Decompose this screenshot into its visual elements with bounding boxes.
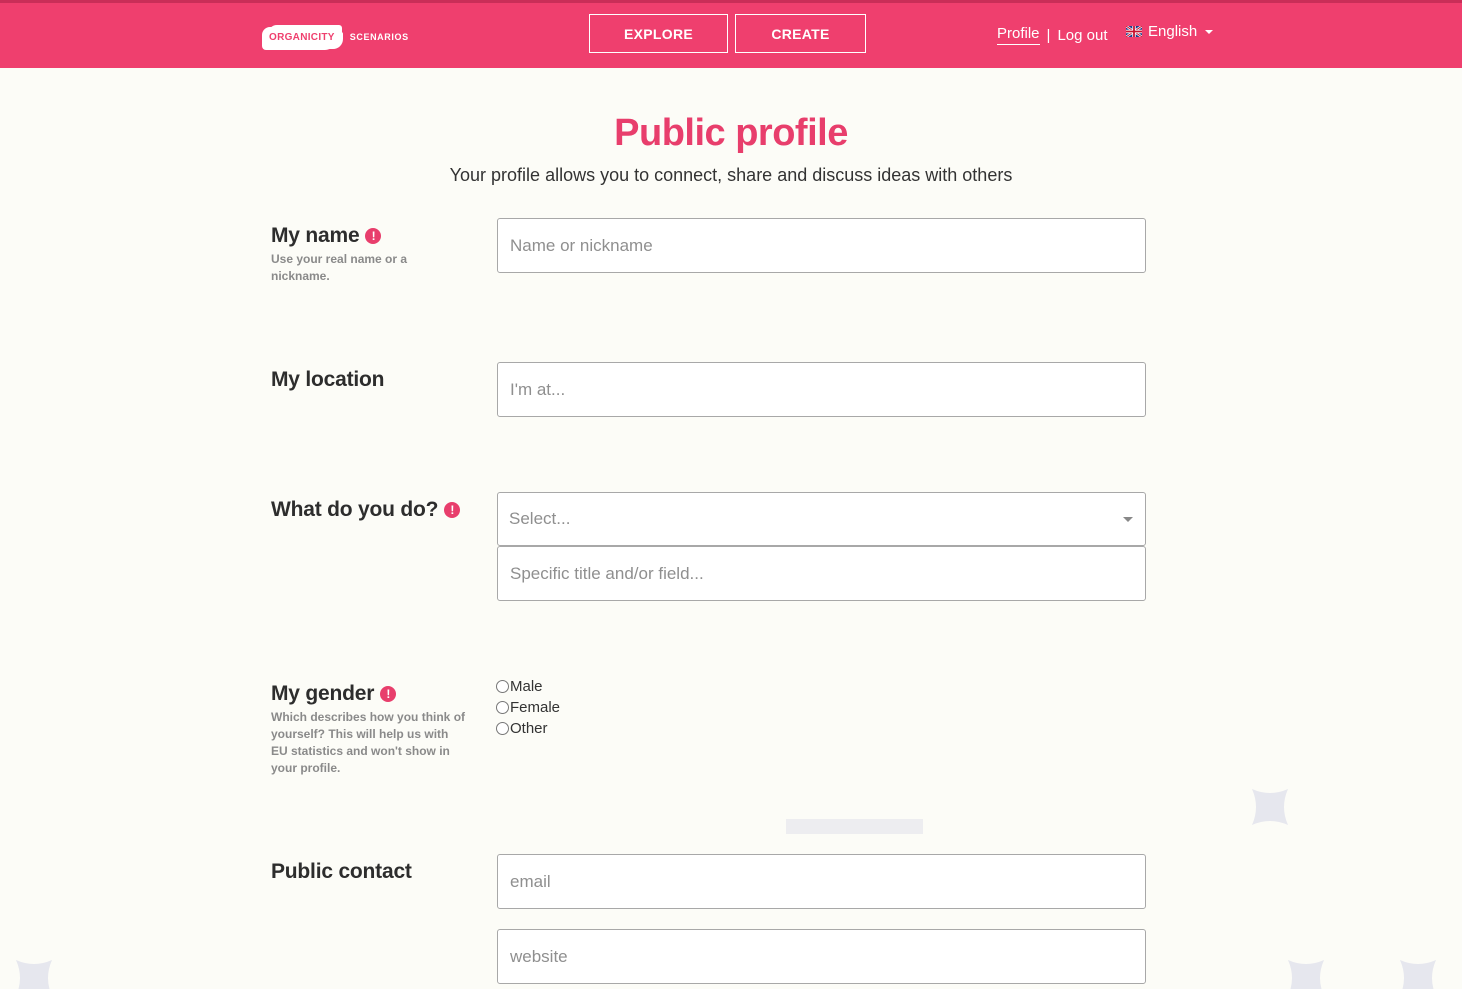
website-input[interactable] (497, 929, 1146, 984)
gender-option-male[interactable]: Male (496, 676, 560, 697)
location-input[interactable] (497, 362, 1146, 417)
radio-label: Female (510, 699, 561, 716)
required-alert-icon: ! (444, 502, 461, 518)
nav-separator: | (1046, 26, 1051, 44)
logo-subtitle: SCENARIOS (349, 32, 409, 42)
profile-link[interactable]: Profile (997, 25, 1040, 45)
occupation-label: What do you do? ! (271, 498, 461, 522)
create-button[interactable]: CREATE (735, 14, 866, 53)
language-label: English (1148, 23, 1198, 40)
required-alert-icon: ! (380, 686, 397, 702)
decorative-star-icon (1400, 960, 1436, 989)
radio-label: Male (510, 678, 543, 695)
radio-label: Other (510, 720, 548, 737)
gender-option-other[interactable]: Other (496, 718, 560, 739)
gender-radio-group: Male Female Other (496, 676, 560, 739)
name-help-text: Use your real name or a nickname. (271, 252, 408, 283)
uk-flag-icon (1126, 26, 1142, 37)
chevron-down-icon (1205, 29, 1214, 34)
organicity-logo[interactable]: ORGANICITY SCENARIOS (264, 20, 409, 54)
contact-label-text: Public contact (271, 860, 412, 883)
occupation-specific-input[interactable] (497, 546, 1146, 601)
chevron-down-icon (1123, 517, 1133, 522)
gender-label: My gender ! (271, 682, 397, 706)
explore-button[interactable]: EXPLORE (589, 14, 728, 53)
occupation-label-text: What do you do? (271, 498, 439, 521)
top-navigation-bar: ORGANICITY SCENARIOS EXPLORE CREATE Prof… (0, 0, 1462, 68)
occupation-select[interactable]: Select... (497, 492, 1146, 546)
gender-help-text: Which describes how you think of yoursel… (271, 710, 466, 775)
name-label-text: My name (271, 224, 360, 247)
occupation-select-value: Select... (509, 509, 571, 528)
gender-label-text: My gender (271, 682, 375, 705)
decorative-star-icon (1288, 960, 1324, 989)
page-title: Public profile (614, 112, 848, 154)
gender-option-female[interactable]: Female (496, 697, 560, 718)
decorative-bar (786, 819, 923, 834)
logo-badge: ORGANICITY (264, 26, 340, 48)
decorative-star-icon (1252, 789, 1288, 825)
radio-button[interactable] (496, 722, 509, 735)
name-label: My name ! (271, 224, 382, 248)
radio-button[interactable] (496, 701, 509, 714)
location-label-text: My location (271, 368, 385, 391)
user-navigation: Profile | Log out (997, 23, 1107, 47)
page-subtitle: Your profile allows you to connect, shar… (449, 165, 1013, 185)
email-input[interactable] (497, 854, 1146, 909)
location-label: My location (271, 368, 385, 392)
radio-button[interactable] (496, 680, 509, 693)
contact-label: Public contact (271, 860, 412, 884)
logout-link[interactable]: Log out (1057, 27, 1107, 44)
decorative-star-icon (16, 960, 52, 989)
required-alert-icon: ! (365, 228, 382, 244)
language-selector[interactable]: English (1126, 23, 1214, 40)
name-input[interactable] (497, 218, 1146, 273)
